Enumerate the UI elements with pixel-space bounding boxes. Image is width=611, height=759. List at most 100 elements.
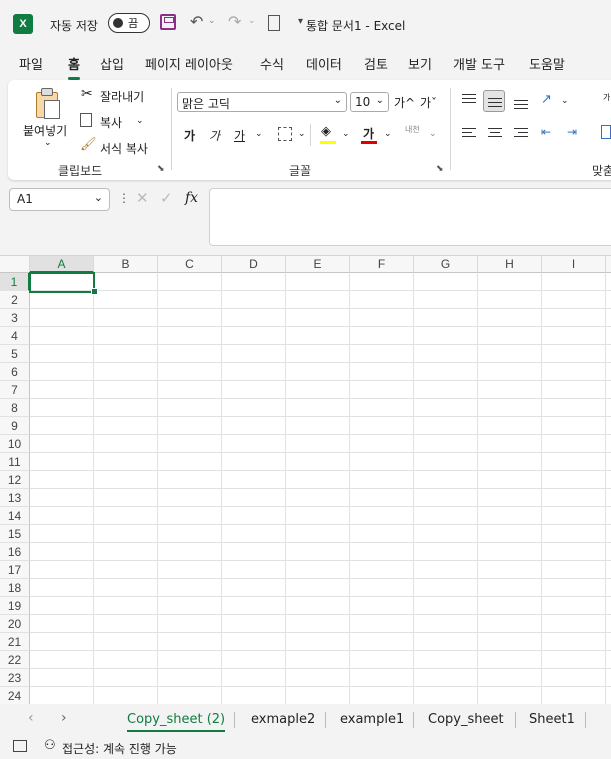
column-header[interactable] bbox=[606, 256, 611, 273]
redo-icon[interactable]: ↷ bbox=[228, 12, 241, 31]
underline-dropdown-icon[interactable]: ⌄ bbox=[255, 129, 263, 139]
phonetic-guide-button[interactable]: 내천 bbox=[405, 124, 420, 135]
fill-handle[interactable] bbox=[91, 288, 98, 295]
row-header[interactable]: 24 bbox=[0, 687, 30, 705]
name-box[interactable]: A1 ⌄ bbox=[9, 188, 110, 211]
column-header[interactable]: A bbox=[30, 256, 94, 273]
form-icon[interactable] bbox=[268, 15, 280, 31]
cut-button[interactable]: 잘라내기 bbox=[100, 88, 144, 105]
clipboard-launcher-icon[interactable]: ⬊ bbox=[157, 164, 165, 174]
format-painter-icon[interactable]: 🖌 bbox=[80, 137, 97, 152]
scroll-tabs-right-icon[interactable]: › bbox=[61, 710, 67, 726]
paste-button[interactable]: 붙여넣기 bbox=[23, 122, 67, 139]
copy-dropdown-icon[interactable]: ⌄ bbox=[136, 116, 144, 126]
row-header[interactable]: 11 bbox=[0, 453, 30, 471]
align-left-button[interactable] bbox=[458, 123, 480, 145]
row-header[interactable]: 2 bbox=[0, 291, 30, 309]
row-header[interactable]: 23 bbox=[0, 669, 30, 687]
align-center-button[interactable] bbox=[484, 123, 506, 145]
paste-icon[interactable] bbox=[34, 88, 60, 119]
formula-input[interactable] bbox=[209, 188, 611, 246]
row-header[interactable]: 18 bbox=[0, 579, 30, 597]
borders-dropdown-icon[interactable]: ⌄ bbox=[298, 129, 306, 139]
row-header[interactable]: 6 bbox=[0, 363, 30, 381]
autosave-toggle[interactable]: 끔 bbox=[108, 13, 150, 33]
align-bottom-button[interactable] bbox=[510, 90, 532, 112]
customize-qat-icon[interactable]: ▾ bbox=[298, 16, 303, 27]
align-right-button[interactable] bbox=[510, 123, 532, 145]
more-options-icon[interactable]: ⋮ bbox=[118, 191, 130, 205]
font-launcher-icon[interactable]: ⬊ bbox=[436, 164, 444, 174]
accessibility-icon[interactable]: ⚇ bbox=[44, 738, 56, 753]
row-header[interactable]: 3 bbox=[0, 309, 30, 327]
row-header[interactable]: 17 bbox=[0, 561, 30, 579]
row-header[interactable]: 14 bbox=[0, 507, 30, 525]
font-color-button[interactable]: 가 bbox=[363, 125, 374, 142]
row-header[interactable]: 16 bbox=[0, 543, 30, 561]
worksheet-grid[interactable]: A B C D E F G H I 1 2 3 4 5 6 7 8 9 10 1… bbox=[0, 255, 611, 705]
sheet-tab-sheet1[interactable]: Sheet1 bbox=[529, 712, 575, 727]
enter-formula-icon[interactable]: ✓ bbox=[160, 189, 173, 207]
row-header[interactable]: 8 bbox=[0, 399, 30, 417]
italic-button[interactable]: 가 bbox=[209, 127, 220, 144]
tab-home[interactable]: 홈 bbox=[68, 54, 80, 80]
tab-insert[interactable]: 삽입 bbox=[100, 54, 124, 73]
row-header[interactable]: 10 bbox=[0, 435, 30, 453]
row-header[interactable]: 22 bbox=[0, 651, 30, 669]
column-header[interactable]: B bbox=[94, 256, 158, 273]
row-header[interactable]: 12 bbox=[0, 471, 30, 489]
select-all-corner[interactable] bbox=[0, 256, 30, 273]
sheet-tab-copy-sheet[interactable]: Copy_sheet bbox=[428, 712, 504, 727]
tab-review[interactable]: 검토 bbox=[364, 54, 388, 73]
fill-color-icon[interactable]: ◈ bbox=[321, 124, 331, 139]
copy-button[interactable]: 복사 bbox=[100, 114, 122, 131]
column-header[interactable]: G bbox=[414, 256, 478, 273]
merge-center-icon[interactable] bbox=[601, 125, 611, 139]
sheet-tab-copy-sheet-2[interactable]: Copy_sheet (2) bbox=[127, 712, 226, 732]
tab-view[interactable]: 보기 bbox=[408, 54, 432, 73]
column-header[interactable]: C bbox=[158, 256, 222, 273]
accessibility-status[interactable]: 접근성: 계속 진행 가능 bbox=[62, 740, 177, 757]
row-header[interactable]: 4 bbox=[0, 327, 30, 345]
cut-icon[interactable]: ✂ bbox=[81, 86, 93, 102]
tab-developer[interactable]: 개발 도구 bbox=[453, 54, 505, 73]
copy-icon[interactable] bbox=[80, 113, 92, 127]
row-header[interactable]: 15 bbox=[0, 525, 30, 543]
column-header[interactable]: E bbox=[286, 256, 350, 273]
align-top-button[interactable] bbox=[458, 90, 480, 112]
tab-help[interactable]: 도움말 bbox=[529, 54, 565, 73]
increase-indent-icon[interactable]: ⇥ bbox=[567, 125, 577, 139]
font-size-select[interactable]: 10 ⌄ bbox=[350, 92, 389, 112]
tab-page-layout[interactable]: 페이지 레이아웃 bbox=[145, 54, 233, 73]
row-header[interactable]: 19 bbox=[0, 597, 30, 615]
column-header[interactable]: F bbox=[350, 256, 414, 273]
wrap-text-button[interactable]: 가 bbox=[603, 92, 610, 103]
active-cell-a1[interactable] bbox=[29, 272, 95, 293]
row-header[interactable]: 7 bbox=[0, 381, 30, 399]
tab-formulas[interactable]: 수식 bbox=[260, 54, 284, 73]
column-header[interactable]: H bbox=[478, 256, 542, 273]
shrink-font-button[interactable]: 가ˇ bbox=[420, 94, 437, 111]
sheet-tab-example1[interactable]: example1 bbox=[340, 712, 404, 727]
align-middle-button[interactable] bbox=[483, 90, 505, 112]
undo-icon[interactable]: ↶ bbox=[190, 12, 203, 31]
orientation-dropdown-icon[interactable]: ⌄ bbox=[561, 96, 569, 106]
column-header[interactable]: D bbox=[222, 256, 286, 273]
grow-font-button[interactable]: 가^ bbox=[394, 94, 415, 111]
fill-color-dropdown-icon[interactable]: ⌄ bbox=[342, 129, 350, 139]
underline-button[interactable]: 가 bbox=[234, 127, 245, 144]
row-header[interactable]: 5 bbox=[0, 345, 30, 363]
tab-file[interactable]: 파일 bbox=[19, 54, 43, 73]
orientation-icon[interactable]: ↗ bbox=[541, 92, 552, 107]
row-header[interactable]: 21 bbox=[0, 633, 30, 651]
phonetic-dropdown-icon[interactable]: ⌄ bbox=[429, 129, 437, 139]
sheet-tab-exmaple2[interactable]: exmaple2 bbox=[251, 712, 315, 727]
tab-data[interactable]: 데이터 bbox=[306, 54, 342, 73]
font-name-select[interactable]: 맑은 고딕 ⌄ bbox=[177, 92, 347, 112]
row-header[interactable]: 20 bbox=[0, 615, 30, 633]
decrease-indent-icon[interactable]: ⇤ bbox=[541, 125, 551, 139]
insert-function-button[interactable]: fx bbox=[185, 190, 198, 206]
cancel-formula-icon[interactable]: ✕ bbox=[136, 189, 149, 207]
format-painter-button[interactable]: 서식 복사 bbox=[100, 140, 148, 157]
redo-dropdown-icon[interactable]: ⌄ bbox=[248, 16, 256, 26]
